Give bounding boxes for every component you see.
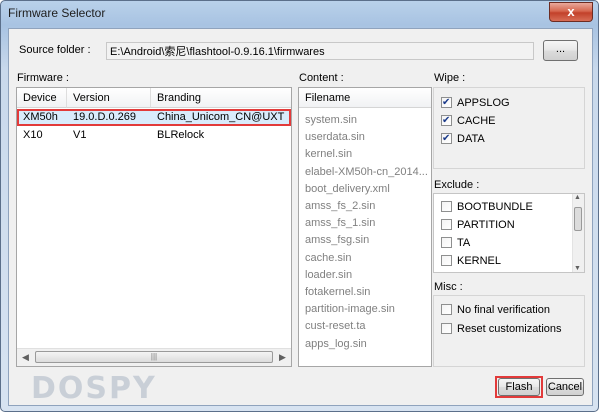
firmware-row[interactable]: X10 V1 BLRelock xyxy=(17,127,291,144)
scroll-right-icon[interactable]: ▶ xyxy=(274,349,291,366)
content-file-item[interactable]: apps_log.sin xyxy=(305,336,367,353)
firmware-version: 19.0.D.0.269 xyxy=(73,111,136,123)
firmware-version: V1 xyxy=(73,129,87,141)
content-file-item[interactable]: partition-image.sin xyxy=(305,301,395,318)
content-label: Content : xyxy=(299,72,344,84)
wipe-label: Wipe : xyxy=(434,72,466,84)
exclude-bootbundle-checkbox[interactable]: BOOTBUNDLE xyxy=(441,198,533,216)
exclude-group: BOOTBUNDLE PARTITION TA KERNEL ▲ ▼ xyxy=(433,193,585,273)
scroll-left-icon[interactable]: ◀ xyxy=(17,349,34,366)
content-file-item[interactable]: elabel-XM50h-cn_2014... xyxy=(305,164,428,181)
checkbox-label: BOOTBUNDLE xyxy=(457,201,533,213)
wipe-cache-checkbox[interactable]: CACHE xyxy=(441,112,496,130)
column-header-branding[interactable]: Branding xyxy=(151,88,291,108)
wipe-group: APPSLOG CACHE DATA xyxy=(433,87,585,169)
column-header-device[interactable]: Device xyxy=(17,88,67,108)
content-file-item[interactable]: fotakernel.sin xyxy=(305,284,370,301)
no-final-verification-checkbox[interactable]: No final verification xyxy=(441,301,550,319)
content-file-item[interactable]: cache.sin xyxy=(305,250,351,267)
close-button[interactable]: x xyxy=(549,2,593,22)
firmware-row[interactable]: XM50h 19.0.D.0.269 China_Unicom_CN@UXT xyxy=(17,109,291,126)
checkbox-unchecked-icon[interactable] xyxy=(441,304,452,315)
firmware-label: Firmware : xyxy=(17,72,69,84)
checkbox-label: KERNEL xyxy=(457,255,502,267)
content-file-item[interactable]: loader.sin xyxy=(305,267,352,284)
exclude-label: Exclude : xyxy=(434,179,480,191)
scroll-up-icon[interactable]: ▲ xyxy=(574,194,581,201)
checkbox-checked-icon[interactable] xyxy=(441,112,452,130)
wipe-data-checkbox[interactable]: DATA xyxy=(441,130,485,148)
firmware-device: X10 xyxy=(23,129,43,141)
source-folder-label: Source folder : xyxy=(19,44,91,56)
firmware-branding: China_Unicom_CN@UXT xyxy=(157,111,285,123)
checkbox-unchecked-icon[interactable] xyxy=(441,201,452,212)
checkbox-label: No final verification xyxy=(457,304,550,316)
exclude-partition-checkbox[interactable]: PARTITION xyxy=(441,216,515,234)
checkbox-checked-icon[interactable] xyxy=(441,94,452,112)
scrollbar-thumb[interactable]: ||| xyxy=(35,351,273,363)
firmware-selector-window: Firmware Selector x Source folder : E:\A… xyxy=(0,0,599,412)
flash-button[interactable]: Flash xyxy=(498,378,540,396)
column-header-filename: Filename xyxy=(299,88,431,108)
checkbox-unchecked-icon[interactable] xyxy=(441,237,452,248)
scroll-down-icon[interactable]: ▼ xyxy=(574,265,581,272)
watermark-logo: DOSPY xyxy=(31,371,157,406)
content-file-item[interactable]: amss_fsg.sin xyxy=(305,232,369,249)
column-header-version[interactable]: Version xyxy=(67,88,151,108)
exclude-scrollbar[interactable]: ▲ ▼ xyxy=(572,194,584,272)
misc-group: No final verification Reset customizatio… xyxy=(433,295,585,367)
content-file-item[interactable]: amss_fs_1.sin xyxy=(305,215,375,232)
title-bar[interactable]: Firmware Selector x xyxy=(1,1,598,25)
checkbox-label: PARTITION xyxy=(457,219,515,231)
firmware-branding: BLRelock xyxy=(157,129,205,141)
firmware-device: XM50h xyxy=(23,111,58,123)
exclude-ta-checkbox[interactable]: TA xyxy=(441,234,470,252)
checkbox-unchecked-icon[interactable] xyxy=(441,219,452,230)
wipe-appslog-checkbox[interactable]: APPSLOG xyxy=(441,94,510,112)
checkbox-unchecked-icon[interactable] xyxy=(441,255,452,266)
firmware-table: Device Version Branding XM50h 19.0.D.0.2… xyxy=(16,87,292,367)
content-file-item[interactable]: amss_fs_2.sin xyxy=(305,198,375,215)
browse-button[interactable]: ... xyxy=(543,40,578,61)
scrollbar-thumb[interactable] xyxy=(574,207,582,231)
checkbox-label: DATA xyxy=(457,133,485,145)
checkbox-label: TA xyxy=(457,237,471,249)
content-file-item[interactable]: userdata.sin xyxy=(305,129,365,146)
cancel-button[interactable]: Cancel xyxy=(546,378,584,396)
misc-label: Misc : xyxy=(434,281,463,293)
horizontal-scrollbar[interactable]: ◀ ||| ▶ xyxy=(17,348,291,366)
reset-customizations-checkbox[interactable]: Reset customizations xyxy=(441,320,562,338)
exclude-kernel-checkbox[interactable]: KERNEL xyxy=(441,252,501,270)
checkbox-checked-icon[interactable] xyxy=(441,130,452,148)
checkbox-label: Reset customizations xyxy=(457,323,562,335)
content-file-item[interactable]: kernel.sin xyxy=(305,146,352,163)
checkbox-label: CACHE xyxy=(457,115,496,127)
checkbox-unchecked-icon[interactable] xyxy=(441,323,452,334)
content-list: Filename system.sin userdata.sin kernel.si… xyxy=(298,87,432,367)
content-file-item[interactable]: cust-reset.ta xyxy=(305,318,366,335)
source-folder-field[interactable]: E:\Android\索尼\flashtool-0.9.16.1\firmwar… xyxy=(106,42,534,60)
checkbox-label: APPSLOG xyxy=(457,97,510,109)
content-file-item[interactable]: system.sin xyxy=(305,112,357,129)
dialog-client-area: Source folder : E:\Android\索尼\flashtool-… xyxy=(8,28,593,406)
window-title: Firmware Selector xyxy=(8,6,106,20)
content-file-item[interactable]: boot_delivery.xml xyxy=(305,181,390,198)
